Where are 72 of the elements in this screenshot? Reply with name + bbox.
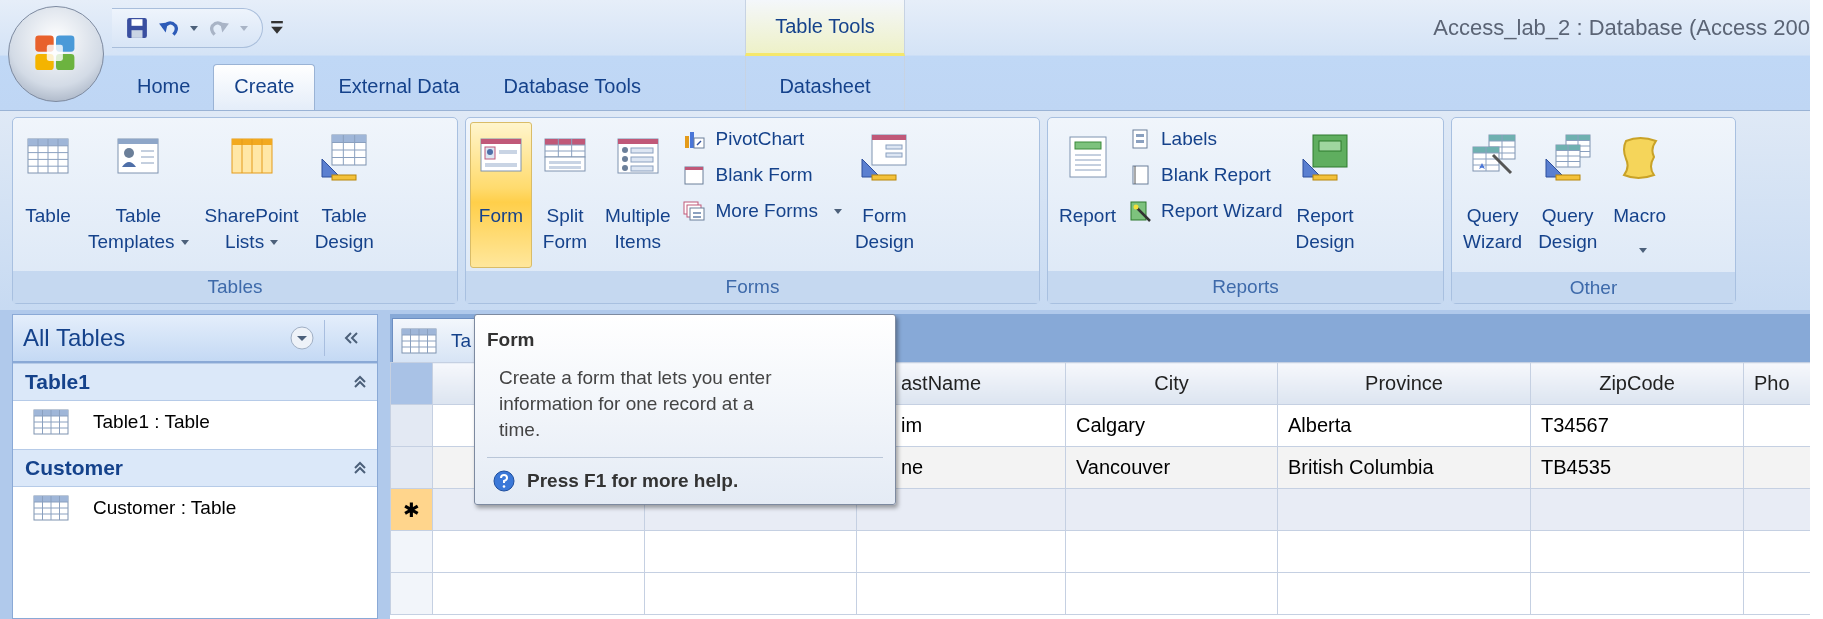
column-header[interactable]: City — [1065, 362, 1278, 405]
group-label: Tables — [13, 271, 457, 303]
column-header[interactable]: Pho — [1743, 362, 1810, 405]
ribbon-button[interactable]: Report — [1052, 122, 1124, 268]
ribbon-button[interactable]: Blank Form — [679, 160, 846, 190]
table-icon — [33, 409, 69, 435]
dropdown-button[interactable] — [290, 326, 314, 350]
ribbon-button[interactable]: Query Wizard — [1456, 122, 1530, 268]
ribbon-button[interactable]: SharePoint Lists — [197, 122, 306, 268]
ribbon-button[interactable]: More Forms — [679, 196, 846, 226]
ribbon-button[interactable]: Multiple Items — [598, 122, 678, 268]
ribbon-tab[interactable]: Database Tools — [482, 64, 663, 110]
tooltip-text: Create a form that lets you enter information for one record at a time. — [499, 366, 773, 442]
ribbon-tab[interactable]: Datasheet — [758, 64, 892, 110]
new-record-marker[interactable]: ✱ — [390, 488, 433, 531]
group-label: Other — [1452, 272, 1735, 303]
ribbon-button[interactable]: Form Design — [847, 122, 922, 268]
ribbon-button[interactable]: Report Design — [1288, 122, 1362, 268]
collapse-icon[interactable] — [353, 375, 367, 389]
ribbon-button[interactable]: Table — [17, 122, 79, 268]
table-cell: T34567 — [1530, 404, 1744, 447]
ribbon-button[interactable]: Query Design — [1531, 122, 1605, 268]
grid-ruler-icon — [320, 133, 369, 181]
ribbon-button[interactable]: Form — [470, 122, 532, 268]
ribbon-button[interactable]: PivotChart — [679, 124, 846, 154]
context-tab-header: Table Tools — [745, 0, 905, 56]
ribbon-button[interactable]: Macro — [1606, 122, 1674, 272]
tooltip-title: Form — [487, 329, 536, 351]
ribbon-button[interactable]: Blank Report — [1125, 160, 1287, 190]
ribbon-button[interactable]: Labels — [1125, 124, 1287, 154]
save-icon[interactable] — [126, 17, 148, 39]
ribbon-button[interactable]: Report Wizard — [1125, 196, 1287, 226]
nav-item[interactable]: Customer : Table — [13, 487, 377, 535]
group-header[interactable]: Table1 — [13, 363, 377, 401]
column-header[interactable]: ZipCode — [1530, 362, 1744, 405]
group-label: Forms — [466, 271, 1039, 303]
report-ruler-icon — [1301, 133, 1350, 181]
collapse-icon[interactable] — [353, 461, 367, 475]
query-ruler-icon — [1543, 133, 1592, 181]
table-cell: Calgary — [1065, 404, 1278, 447]
blank-form-icon — [683, 164, 706, 186]
wand-icon — [1129, 200, 1152, 222]
table-cell: British Columbia — [1277, 446, 1531, 489]
column-header[interactable]: Province — [1277, 362, 1531, 405]
nav-item[interactable]: Table1 : Table — [13, 401, 377, 449]
ribbon-button[interactable]: Table Templates — [81, 122, 196, 268]
group-title: Table1 — [25, 370, 91, 394]
stacked-forms-icon — [683, 200, 706, 222]
help-hint: Press F1 for more help. — [527, 470, 739, 492]
select-all-cell[interactable] — [390, 362, 433, 405]
table-cell: Vancouver — [1065, 446, 1278, 489]
blank-page-icon — [1129, 164, 1152, 186]
caret-icon[interactable] — [190, 25, 198, 31]
ribbon-tab[interactable]: External Data — [317, 64, 481, 110]
customize-icon[interactable] — [271, 21, 283, 35]
window-title: Access_lab_2 : Database (Access 200 — [1432, 15, 1810, 41]
form-ruler-icon — [860, 133, 909, 181]
table-cell: Alberta — [1277, 404, 1531, 447]
ribbon-button[interactable]: Table Design — [307, 122, 381, 268]
ribbon-tab[interactable]: Home — [116, 64, 212, 110]
table-icon — [33, 495, 69, 521]
group-header[interactable]: Customer — [13, 449, 377, 487]
caret-icon — [240, 25, 248, 31]
collapse-pane-icon[interactable] — [343, 331, 359, 345]
caret-icon — [290, 326, 314, 350]
group-title: Customer — [25, 456, 125, 480]
table-cell: TB4535 — [1530, 446, 1744, 489]
ribbon-button[interactable]: Split Form — [534, 122, 596, 268]
group-label: Reports — [1048, 271, 1443, 303]
ribbon-tab[interactable]: Create — [213, 64, 316, 110]
table-icon — [401, 327, 437, 354]
help-icon — [493, 470, 515, 492]
